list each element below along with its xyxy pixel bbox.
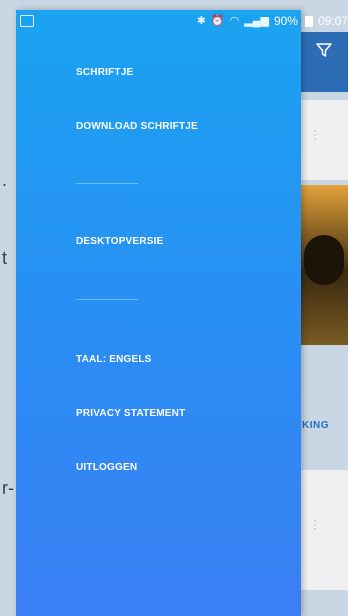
feed-card[interactable] [300,470,348,590]
status-bar: ✱ ⏰ ◠ ▂▄▆ 90% 09:07 [16,10,348,32]
text-fragment: t [2,248,8,268]
menu-divider [76,183,138,184]
feed-card-image[interactable] [300,185,348,345]
notification-icon [20,15,34,27]
navigation-drawer: SCHRIFTJE DOWNLOAD SCHRIFTJE DESKTOPVERS… [16,10,301,616]
wifi-icon: ◠ [229,14,240,27]
alarm-icon: ⏰ [210,14,225,27]
menu-divider [76,299,138,300]
feed-card[interactable] [300,100,348,180]
app-bar [300,32,348,92]
more-options-icon[interactable]: · · · [312,124,318,144]
text-fragment: r- [2,478,14,498]
menu-item-desktopversie[interactable]: DESKTOPVERSIE [76,236,163,247]
battery-percent: 90% [273,14,298,28]
menu-item-schriftje[interactable]: SCHRIFTJE [76,67,133,78]
signal-icon: ▂▄▆ [244,14,269,27]
clock: 09:07 [317,14,348,28]
menu-item-privacy-statement[interactable]: PRIVACY STATEMENT [76,408,185,419]
menu-item-uitloggen[interactable]: UITLOGGEN [76,462,137,473]
menu-item-taal[interactable]: TAAL: ENGELS [76,354,152,365]
bluetooth-icon: ✱ [196,14,206,27]
filter-icon[interactable] [316,42,332,58]
card-action-link[interactable]: KING [302,420,329,431]
battery-icon [304,15,313,27]
menu-item-download-schriftje[interactable]: DOWNLOAD SCHRIFTJE [76,121,198,132]
more-options-icon[interactable]: · · · [312,514,318,534]
text-fragment: . [2,170,8,190]
